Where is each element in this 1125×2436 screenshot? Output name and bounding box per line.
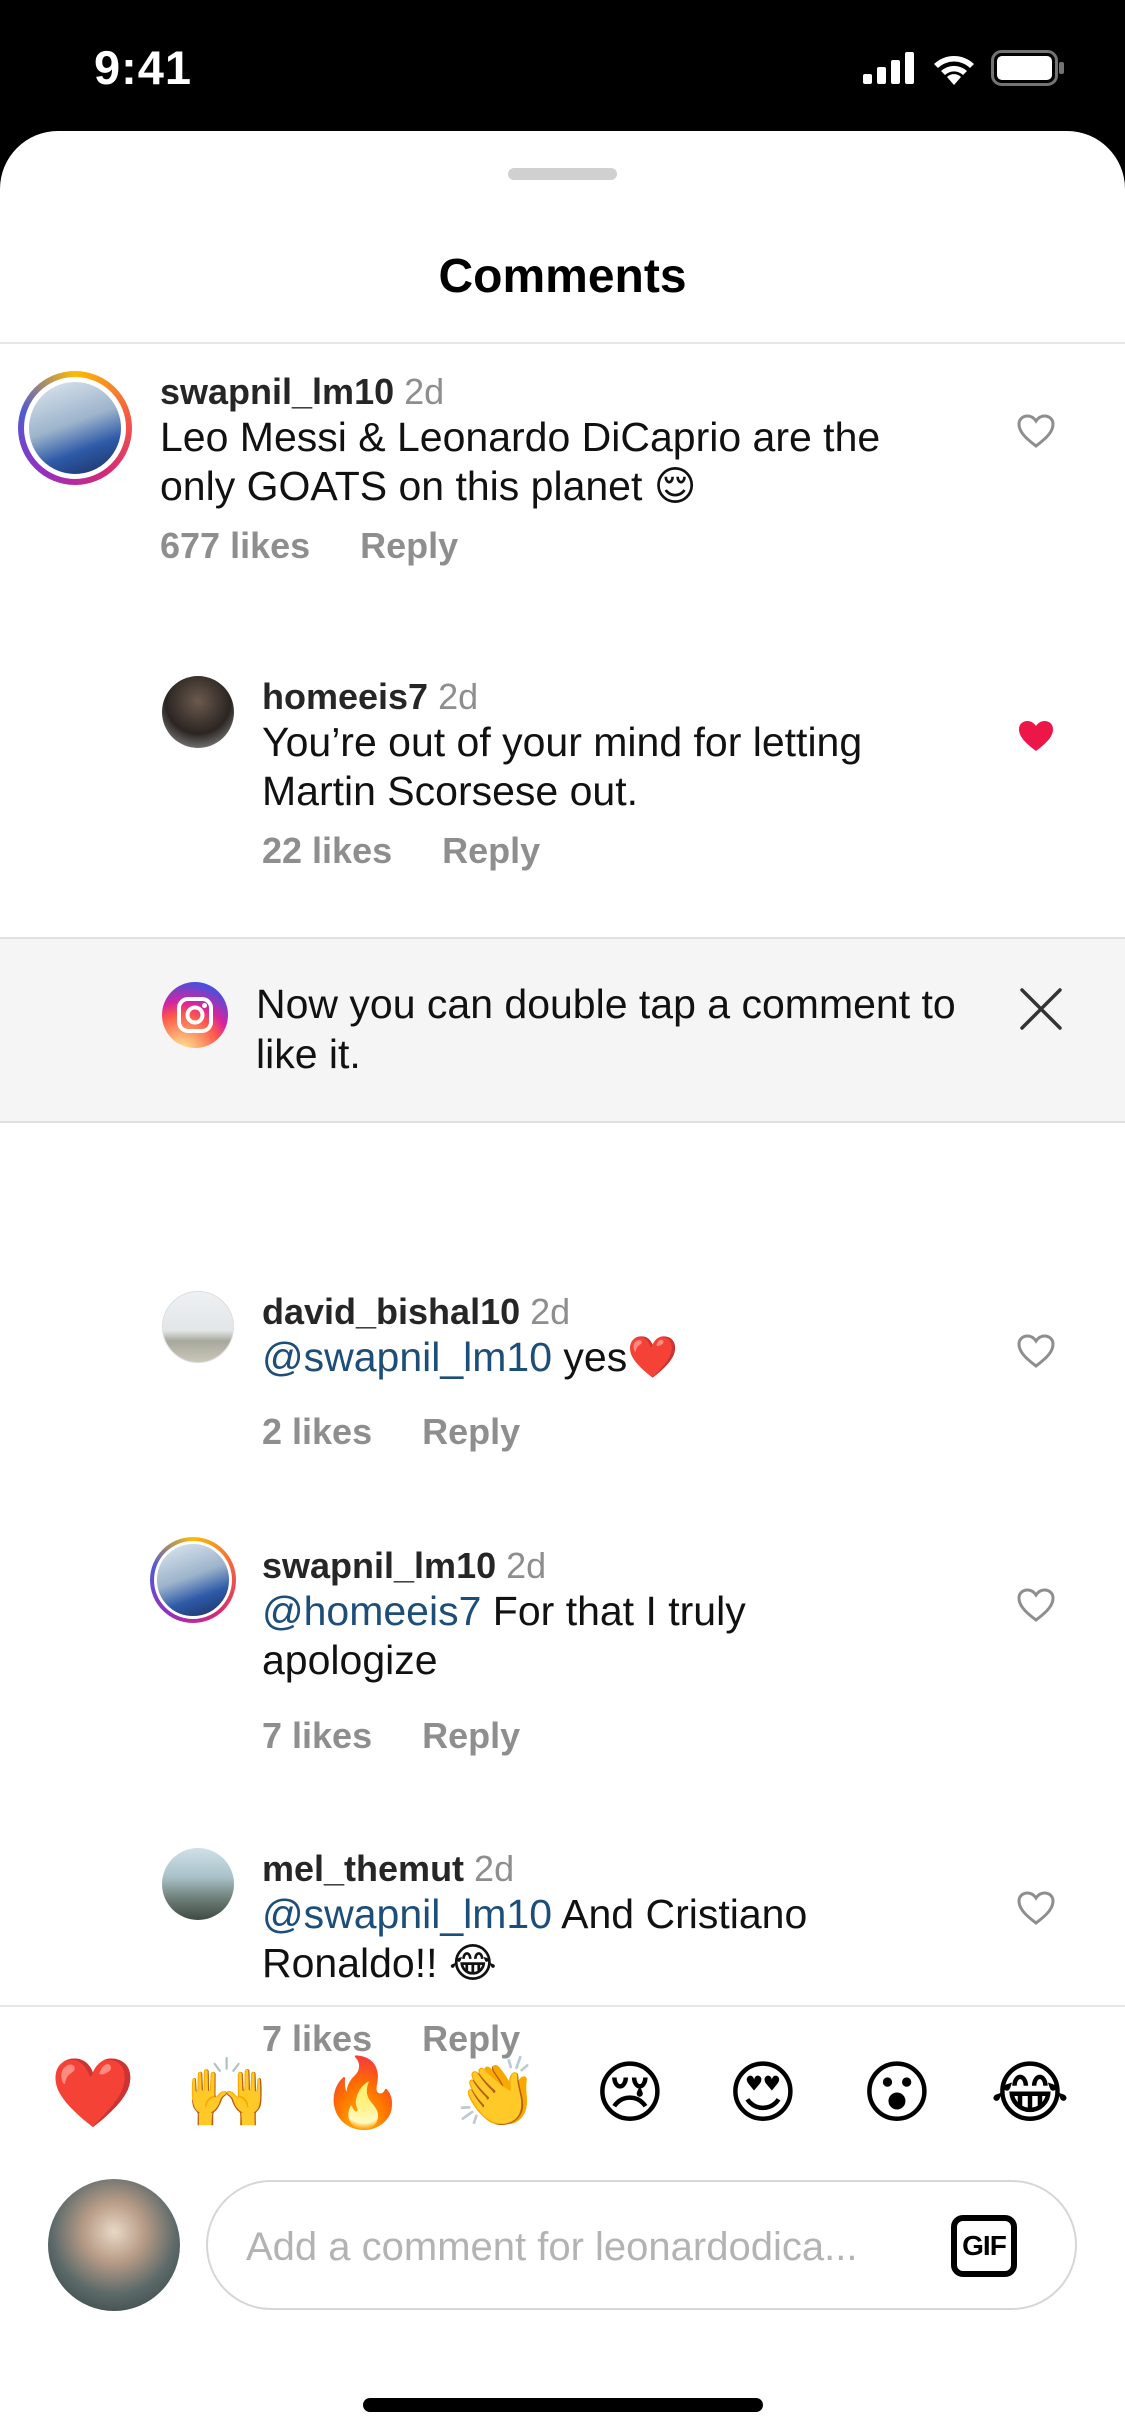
likes-count[interactable]: 2 likes [262, 1411, 372, 1452]
composer-divider [0, 2005, 1125, 2007]
mention-link[interactable]: @swapnil_lm10 [262, 1334, 552, 1380]
reply-button[interactable]: Reply [442, 830, 540, 871]
emoji-clapping-button[interactable]: 👏 [452, 2049, 542, 2139]
comments-sheet: Comments swapnil_lm10 2d Leo Messi & Leon… [0, 131, 1125, 2436]
emoji-reaction-bar: ❤️ 🙌 🔥 👏 😢 😍 😮 😂 [0, 2049, 1125, 2149]
comment-text: Leo Messi & Leonardo DiCaprio are the on… [160, 414, 881, 509]
emoji-surprised-button[interactable]: 😮 [852, 2049, 942, 2139]
comment-text-content: yes❤️ [552, 1334, 679, 1380]
comment-time: 2d [474, 1848, 515, 1889]
likes-count[interactable]: 677 likes [160, 525, 310, 566]
comment-actions: 2 likes Reply [262, 1411, 570, 1453]
comment-actions: 677 likes Reply [160, 525, 508, 567]
avatar[interactable] [162, 1848, 234, 1920]
cellular-signal-icon [863, 52, 914, 84]
heart-outline-icon[interactable] [1016, 1333, 1056, 1369]
emoji-laughing-button[interactable]: 😂 [985, 2049, 1075, 2139]
heart-outline-icon[interactable] [1016, 413, 1056, 449]
comment-text: @swapnil_lm10 yes❤️ [262, 1333, 962, 1382]
avatar[interactable] [162, 1291, 234, 1363]
comment-username[interactable]: david_bishal10 [262, 1291, 520, 1332]
sheet-title: Comments [438, 250, 687, 303]
double-tap-tip-banner: Now you can double tap a comment to like… [0, 937, 1125, 1123]
avatar[interactable] [150, 1537, 236, 1623]
comment-meta: swapnil_lm10 2d [160, 371, 444, 413]
comment-text: @homeeis7 For that I truly apologize [262, 1587, 922, 1685]
comment-time: 2d [438, 676, 479, 717]
emoji-heart-eyes-button[interactable]: 😍 [718, 2049, 808, 2139]
comment-input-container[interactable]: GIF [206, 2180, 1077, 2310]
comment-username[interactable]: homeeis7 [262, 676, 428, 717]
comment-input[interactable] [246, 2212, 926, 2282]
wifi-icon [934, 56, 974, 85]
emoji-fire-button[interactable]: 🔥 [318, 2049, 408, 2139]
emoji-raised-hands-button[interactable]: 🙌 [182, 2049, 272, 2139]
comment-actions: 7 likes Reply [262, 1715, 570, 1757]
emoji-crying-button[interactable]: 😢 [585, 2049, 675, 2139]
instagram-logo-icon [162, 982, 228, 1048]
reply-button[interactable]: Reply [422, 1715, 520, 1756]
comment-meta: homeeis7 2d [262, 676, 478, 718]
close-icon[interactable] [1018, 986, 1064, 1032]
comment-text: @swapnil_lm10 And Cristiano Ronaldo!! 😂 [262, 1890, 922, 1988]
header-divider [0, 342, 1125, 344]
status-time: 9:41 [94, 41, 193, 94]
comment-actions: 22 likes Reply [262, 830, 590, 872]
emoji-heart-button[interactable]: ❤️ [48, 2049, 138, 2139]
comment-time: 2d [506, 1545, 547, 1586]
likes-count[interactable]: 7 likes [262, 1715, 372, 1756]
comment-meta: mel_themut 2d [262, 1848, 514, 1890]
status-icons [863, 48, 1065, 88]
comment-username[interactable]: swapnil_lm10 [262, 1545, 496, 1586]
comment-meta: swapnil_lm10 2d [262, 1545, 546, 1587]
heart-filled-icon[interactable] [1016, 718, 1056, 754]
avatar[interactable] [18, 371, 132, 485]
comment-time: 2d [530, 1291, 571, 1332]
reply-button[interactable]: Reply [422, 1411, 520, 1452]
battery-icon [991, 50, 1064, 86]
sheet-grabber-handle[interactable] [508, 168, 617, 180]
comment-meta: david_bishal10 2d [262, 1291, 570, 1333]
heart-outline-icon[interactable] [1016, 1587, 1056, 1623]
current-user-avatar [48, 2179, 180, 2311]
comment-username[interactable]: swapnil_lm10 [160, 371, 394, 412]
comment-text: You’re out of your mind for letting Mart… [262, 719, 863, 814]
avatar[interactable] [162, 676, 234, 748]
gif-button[interactable]: GIF [951, 2215, 1017, 2277]
reply-button[interactable]: Reply [360, 525, 458, 566]
mention-link[interactable]: @homeeis7 [262, 1588, 481, 1634]
heart-outline-icon[interactable] [1016, 1890, 1056, 1926]
status-bar: 9:41 [0, 0, 1125, 135]
likes-count[interactable]: 22 likes [262, 830, 392, 871]
mention-link[interactable]: @swapnil_lm10 [262, 1891, 552, 1937]
comment-time: 2d [404, 371, 445, 412]
tip-text: Now you can double tap a comment to like… [256, 981, 956, 1077]
home-indicator[interactable] [363, 2398, 763, 2412]
comment-username[interactable]: mel_themut [262, 1848, 464, 1889]
